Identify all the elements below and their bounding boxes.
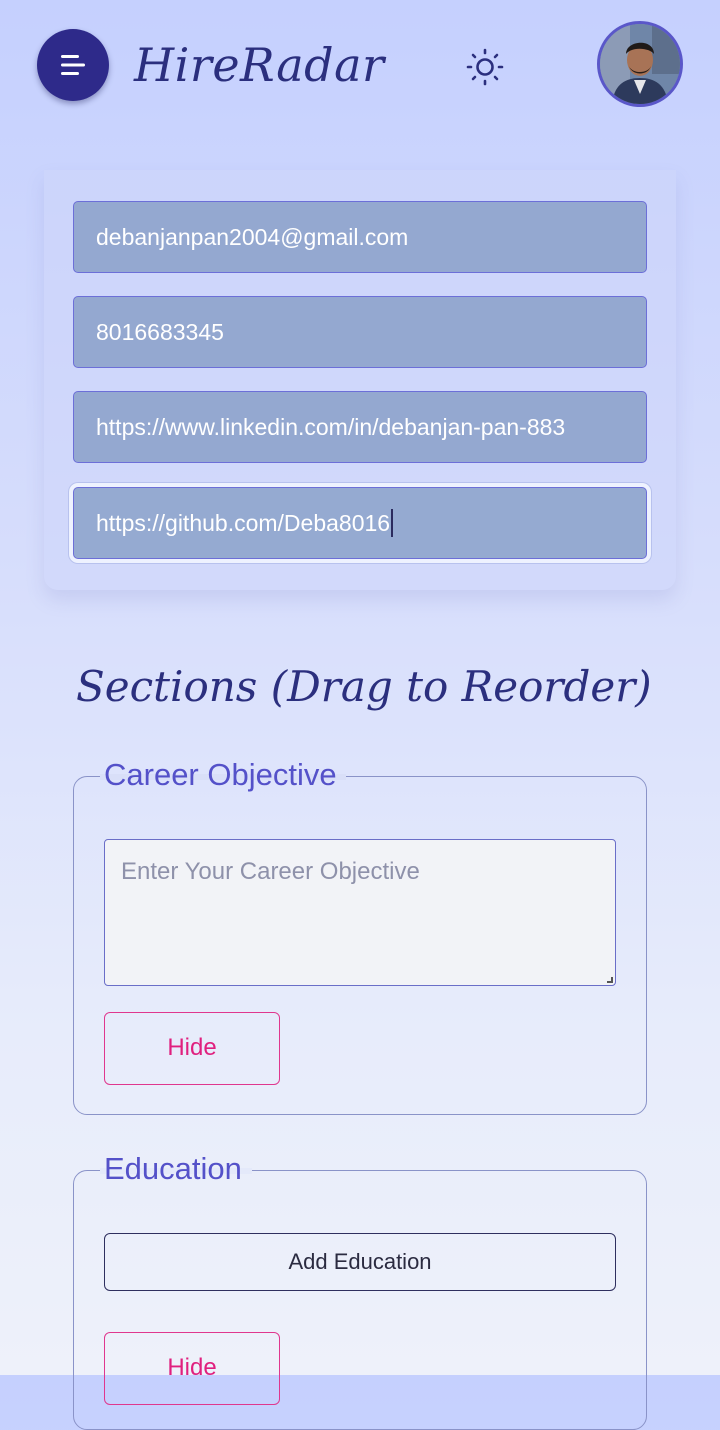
menu-button[interactable] [37,29,109,101]
phone-field[interactable]: 8016683345 [73,296,647,368]
theme-toggle-button[interactable] [462,44,508,90]
section-legend-education: Education [100,1147,246,1191]
email-value: debanjanpan2004@gmail.com [96,224,409,250]
career-objective-placeholder: Enter Your Career Objective [121,858,420,885]
section-career-objective[interactable]: Career Objective Enter Your Career Objec… [73,753,647,1115]
text-caret [391,508,394,537]
add-education-button[interactable]: Add Education [104,1233,616,1291]
section-education[interactable]: Education Add Education Hide [73,1147,647,1430]
github-value: https://github.com/Deba8016 [96,510,391,536]
resize-grip-icon[interactable] [607,977,613,983]
linkedin-field[interactable]: https://www.linkedin.com/in/debanjan-pan… [73,391,647,463]
user-avatar[interactable] [597,21,683,107]
sun-icon [466,48,504,86]
menu-icon [61,55,85,75]
email-field[interactable]: debanjanpan2004@gmail.com [73,201,647,273]
section-legend-career-objective: Career Objective [100,753,341,797]
hide-career-objective-button[interactable]: Hide [104,1012,280,1085]
avatar-photo [600,24,680,104]
hide-education-button[interactable]: Hide [104,1332,280,1405]
linkedin-value: https://www.linkedin.com/in/debanjan-pan… [96,414,566,440]
github-field[interactable]: https://github.com/Deba8016 [73,487,647,559]
phone-value: 8016683345 [96,319,224,345]
sections-title: Sections (Drag to Reorder) [76,662,652,711]
app-header: HireRadar [0,0,720,130]
career-objective-textarea[interactable]: Enter Your Career Objective [104,839,616,986]
brand-logo[interactable]: HireRadar [134,30,385,100]
